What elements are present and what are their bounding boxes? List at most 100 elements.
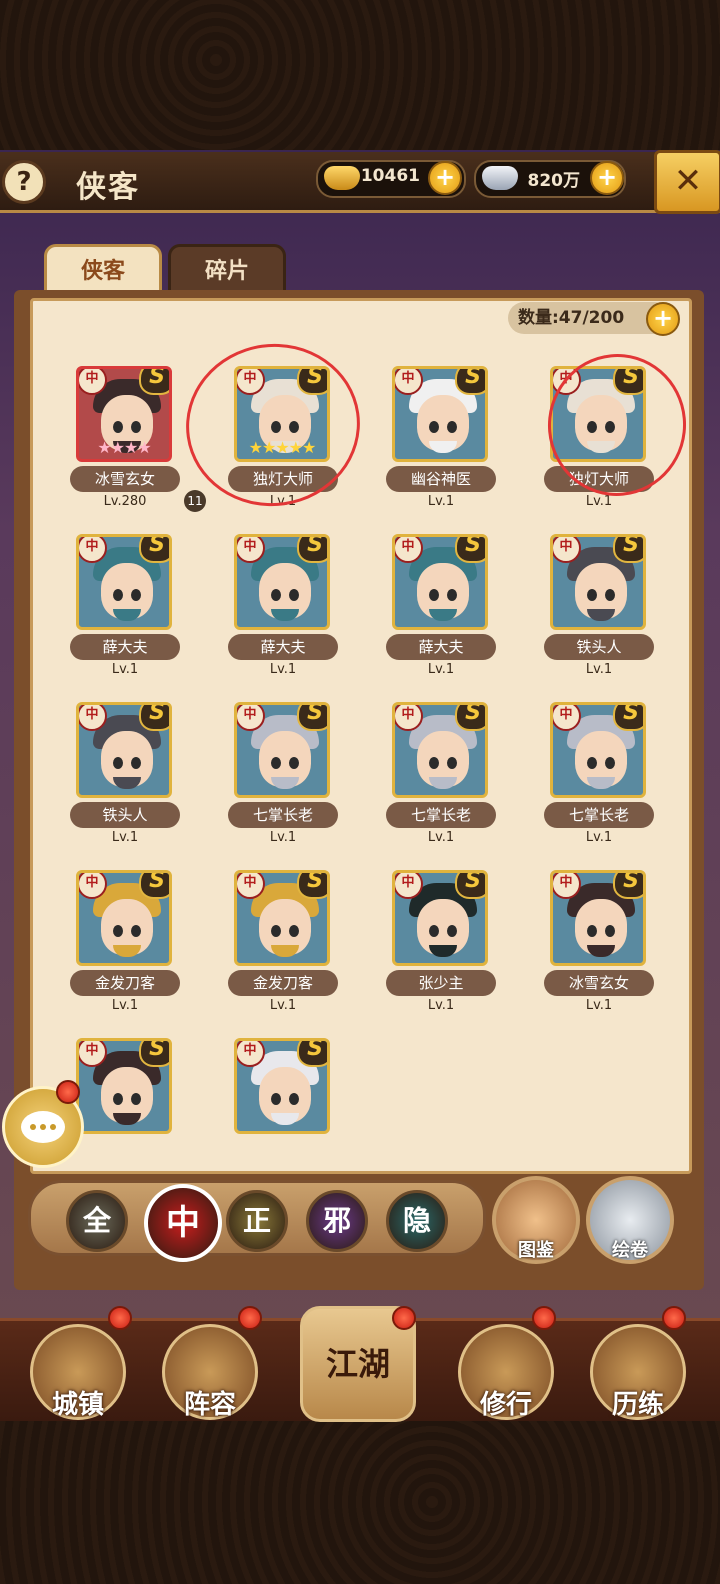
filter-4[interactable]: 隐 [386,1190,448,1252]
hero-level: Lv.1 [585,662,613,677]
hero-beard [113,1113,141,1125]
rank-s-icon: S [297,537,327,563]
hero-card[interactable]: 中 S 铁头人 Lv.1 [512,534,662,694]
hero-beard [113,609,141,621]
hero-card[interactable]: 中 S 冰雪玄女 Lv.1 [512,870,662,1030]
hero-card[interactable]: 中 S 金发刀客 Lv.1 [38,870,188,1030]
help-button[interactable]: ? [2,160,46,204]
grade-badge: 中 [79,1041,107,1067]
hero-eye [605,757,615,769]
filter-2[interactable]: 正 [226,1190,288,1252]
grade-badge: 中 [237,705,265,731]
grade-badge: 中 [237,873,265,899]
close-button[interactable]: ✕ [654,150,720,214]
hero-portrait: 中S [76,1038,172,1134]
hero-name: 金发刀客 [70,970,180,996]
hero-name: 七掌长老 [386,802,496,828]
hero-beard [429,777,457,789]
rank-s-icon: S [455,705,485,731]
nav-label: 修行 [479,1390,532,1420]
hero-eye [447,589,457,601]
notification-dot [662,1306,686,1330]
codex-button[interactable]: 图鉴 [492,1176,580,1264]
hero-card[interactable]: 中 S 七掌长老 Lv.1 [196,702,346,862]
hero-card[interactable]: 中 S 七掌长老 Lv.1 [512,702,662,862]
hero-level: Lv.1 [427,998,455,1013]
hero-eye [429,421,439,433]
notification-dot [108,1306,132,1330]
grade-badge: 中 [79,369,107,395]
hero-eye [429,757,439,769]
hero-name: 铁头人 [70,802,180,828]
hero-level: Lv.1 [269,998,297,1013]
nav-0[interactable]: 城镇 [30,1324,126,1420]
rank-s-icon: S [455,873,485,899]
rank-s-icon: S [139,1041,169,1067]
hero-card[interactable]: 中 S 薛大夫 Lv.1 [354,534,504,694]
hero-portrait: 中S [392,870,488,966]
notification-dot [532,1306,556,1330]
hero-card[interactable]: 中 S 薛大夫 Lv.1 [196,534,346,694]
hero-eye [429,589,439,601]
hero-eye [113,589,123,601]
hero-portrait: 中S [550,870,646,966]
hero-portrait: 中S [550,702,646,798]
filter-3[interactable]: 邪 [306,1190,368,1252]
hero-eye [113,421,123,433]
nav-1[interactable]: 阵容 [162,1324,258,1420]
hero-level: Lv.1 [111,998,139,1013]
hero-eye [289,589,299,601]
scroll-button[interactable]: 绘卷 [586,1176,674,1264]
hero-name: 冰雪玄女 [544,970,654,996]
hero-beard [429,945,457,957]
hero-card[interactable]: 中 S 幽谷神医 Lv.1 [354,366,504,526]
hero-card[interactable]: 中 S 张少主 Lv.1 [354,870,504,1030]
silver-amount: 820万 [527,171,581,191]
hero-portrait: 中S [234,702,330,798]
hero-card[interactable]: 中 S 薛大夫 Lv.1 [38,534,188,694]
grade-badge: 中 [79,705,107,731]
grade-badge: 中 [553,705,581,731]
grade-badge: 中 [395,705,423,731]
hero-eye [587,757,597,769]
hero-portrait: 中S [392,702,488,798]
rank-s-icon: S [297,1041,327,1067]
add-gold-button[interactable]: + [428,161,462,195]
bottom-backdrop [0,1420,720,1584]
hero-card[interactable]: 中 S 铁头人 Lv.1 [38,702,188,862]
hero-name: 金发刀客 [228,970,338,996]
hero-card[interactable]: 中 S 金发刀客 Lv.1 [196,870,346,1030]
add-silver-button[interactable]: + [590,161,624,195]
hero-beard [271,945,299,957]
hero-portrait: 中S [550,534,646,630]
hero-eye [131,1093,141,1105]
hero-portrait: ★★★★ 中 S [76,366,172,462]
hero-portrait: 中S [234,534,330,630]
nav-4[interactable]: 历练 [590,1324,686,1420]
hero-eye [447,757,457,769]
hero-eye [289,925,299,937]
nav-label: 阵容 [183,1390,236,1420]
hero-eye [131,589,141,601]
rank-s-icon: S [297,873,327,899]
hero-eye [587,925,597,937]
hero-level: Lv.1 [269,662,297,677]
hero-card[interactable]: 中 S 七掌长老 Lv.1 [354,702,504,862]
hero-beard [587,777,615,789]
hero-name: 冰雪玄女 [70,466,180,492]
hero-name: 七掌长老 [228,802,338,828]
expand-inventory-button[interactable]: + [646,302,680,336]
filter-1[interactable]: 中 [144,1184,222,1262]
hero-level: Lv.1 [111,662,139,677]
hero-eye [289,757,299,769]
hero-portrait: 中S [76,870,172,966]
page-title: 侠客 [76,170,140,205]
hero-card[interactable]: 中S [196,1038,346,1198]
nav-label: 江湖 [325,1345,390,1383]
hero-beard [271,1113,299,1125]
nav-3[interactable]: 修行 [458,1324,554,1420]
filter-0[interactable]: 全 [66,1190,128,1252]
hero-level: Lv.1 [427,494,455,509]
hero-card[interactable]: ★★★★ 中 S 冰雪玄女 Lv.280 11 [38,366,206,526]
hero-eye [113,925,123,937]
